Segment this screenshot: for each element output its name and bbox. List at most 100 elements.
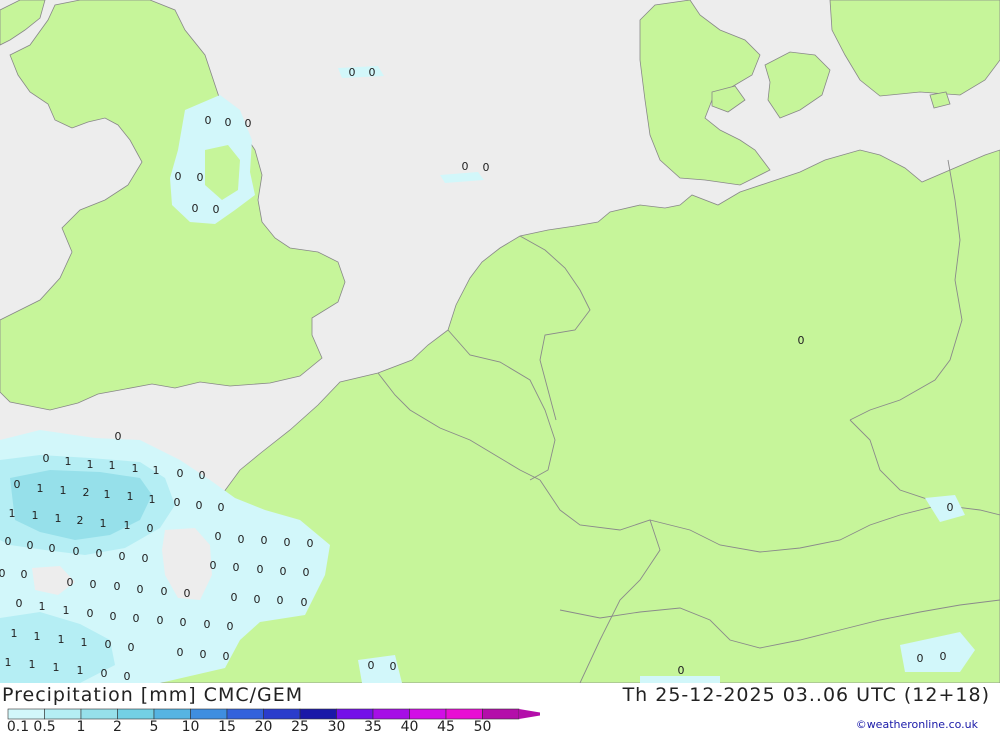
precip-value-label: 0	[115, 430, 122, 443]
precip-value-label: 1	[37, 482, 44, 495]
legend-label: 5	[150, 719, 159, 733]
precip-value-label: 0	[218, 501, 225, 514]
precip-value-label: 1	[55, 512, 62, 525]
precip-value-label: 0	[192, 202, 199, 215]
precip-value-label: 1	[60, 484, 67, 497]
precip-value-label: 0	[105, 638, 112, 651]
precip-value-label: 0	[213, 203, 220, 216]
precip-value-label: 0	[175, 170, 182, 183]
precip-value-label: 0	[101, 667, 108, 680]
precip-value-label: 0	[210, 559, 217, 572]
legend-swatch	[336, 708, 374, 720]
precip-value-label: 0	[205, 114, 212, 127]
precip-value-label: 1	[127, 490, 134, 503]
precip-value-label: 1	[34, 630, 41, 643]
precip-value-label: 1	[63, 604, 70, 617]
legend-label: 45	[437, 719, 455, 733]
precip-value-label: 0	[280, 565, 287, 578]
precip-value-label: 1	[11, 627, 18, 640]
precip-value-label: 0	[231, 591, 238, 604]
legend-swatch	[44, 708, 82, 720]
precip-value-label: 0	[301, 596, 308, 609]
legend-label: 40	[401, 719, 419, 733]
precip-value-label: 0	[223, 650, 230, 663]
precip-value-label: 0	[16, 597, 23, 610]
precip-value-label: 0	[90, 578, 97, 591]
precip-value-label: 0	[200, 648, 207, 661]
legend-label: 0.1	[7, 719, 29, 733]
legend-swatch	[372, 708, 410, 720]
precip-value-label: 1	[109, 459, 116, 472]
precip-value-label: 1	[100, 517, 107, 530]
legend-label: 2	[113, 719, 122, 733]
legend-swatch	[190, 708, 228, 720]
precip-value-label: 0	[483, 161, 490, 174]
precip-value-label: 0	[110, 610, 117, 623]
precip-value-label: 0	[349, 66, 356, 79]
precip-value-label: 0	[184, 587, 191, 600]
precip-value-label: 0	[180, 616, 187, 629]
legend-swatch	[445, 708, 483, 720]
precip-value-label: 0	[124, 670, 131, 683]
precip-value-label: 0	[307, 537, 314, 550]
precip-value-label: 0	[917, 652, 924, 665]
precip-value-label: 2	[77, 514, 84, 527]
legend-label: 0.5	[33, 719, 55, 733]
legend-swatch	[409, 708, 447, 720]
precip-value-label: 1	[39, 600, 46, 613]
precip-value-label: 0	[947, 501, 954, 514]
precip-value-label: 0	[177, 467, 184, 480]
precipitation-map: 0 0 0 0 0 0 0 0 0 0 0 0 0 0 0 0 0 0 1 1 1 1 1 0 0 0 1 1 2 1 1 1 0 0 0 1 1 1 2 1…	[0, 0, 1000, 683]
precip-value-label: 0	[940, 650, 947, 663]
precip-value-label: 1	[9, 507, 16, 520]
precip-value-label: 1	[58, 633, 65, 646]
legend-swatch	[153, 708, 191, 720]
legend-swatch	[226, 708, 264, 720]
precip-value-label: 0	[199, 469, 206, 482]
precip-value-label: 1	[53, 661, 60, 674]
precip-value-label: 0	[257, 563, 264, 576]
legend-swatch	[263, 708, 301, 720]
precip-value-label: 0	[238, 533, 245, 546]
precip-value-label: 0	[177, 646, 184, 659]
precip-value-label: 0	[5, 535, 12, 548]
legend-label: 30	[328, 719, 346, 733]
precip-value-label: 0	[142, 552, 149, 565]
precip-value-label: 1	[77, 664, 84, 677]
precip-value-label: 1	[132, 462, 139, 475]
precip-value-label: 0	[128, 641, 135, 654]
legend-label: 10	[182, 719, 200, 733]
precip-value-label: 0	[284, 536, 291, 549]
precip-value-label: 0	[215, 530, 222, 543]
precip-value-label: 1	[104, 488, 111, 501]
legend-swatch	[117, 708, 155, 720]
legend-label: 35	[364, 719, 382, 733]
legend-swatch	[482, 708, 520, 720]
precip-value-label: 0	[227, 620, 234, 633]
precip-value-label: 0	[303, 566, 310, 579]
legend-overflow-arrow	[519, 709, 540, 719]
precip-value-label: 0	[174, 496, 181, 509]
legend-swatch	[299, 708, 337, 720]
precip-value-label: 0	[798, 334, 805, 347]
precip-value-label: 0	[254, 593, 261, 606]
precip-value-label: 1	[29, 658, 36, 671]
precip-value-label: 0	[73, 545, 80, 558]
precip-value-label: 0	[49, 542, 56, 555]
precip-value-label: 0	[119, 550, 126, 563]
legend-label: 25	[291, 719, 309, 733]
credit-link[interactable]: ©weatheronline.co.uk	[856, 718, 978, 731]
legend-label: 20	[255, 719, 273, 733]
precip-value-label: 1	[5, 656, 12, 669]
precip-value-label: 1	[81, 636, 88, 649]
precip-value-label: 1	[124, 519, 131, 532]
precip-value-label: 0	[137, 583, 144, 596]
precip-value-label: 0	[277, 594, 284, 607]
legend-swatch	[7, 708, 45, 720]
precip-value-label: 0	[390, 660, 397, 673]
color-legend: 0.1 0.5 1 2 5 10 15 20 25 30 35 40 45 50	[7, 708, 540, 733]
precip-value-label: 0	[196, 499, 203, 512]
precip-value-label: 0	[369, 66, 376, 79]
precip-value-label: 1	[149, 493, 156, 506]
legend-label: 15	[218, 719, 236, 733]
